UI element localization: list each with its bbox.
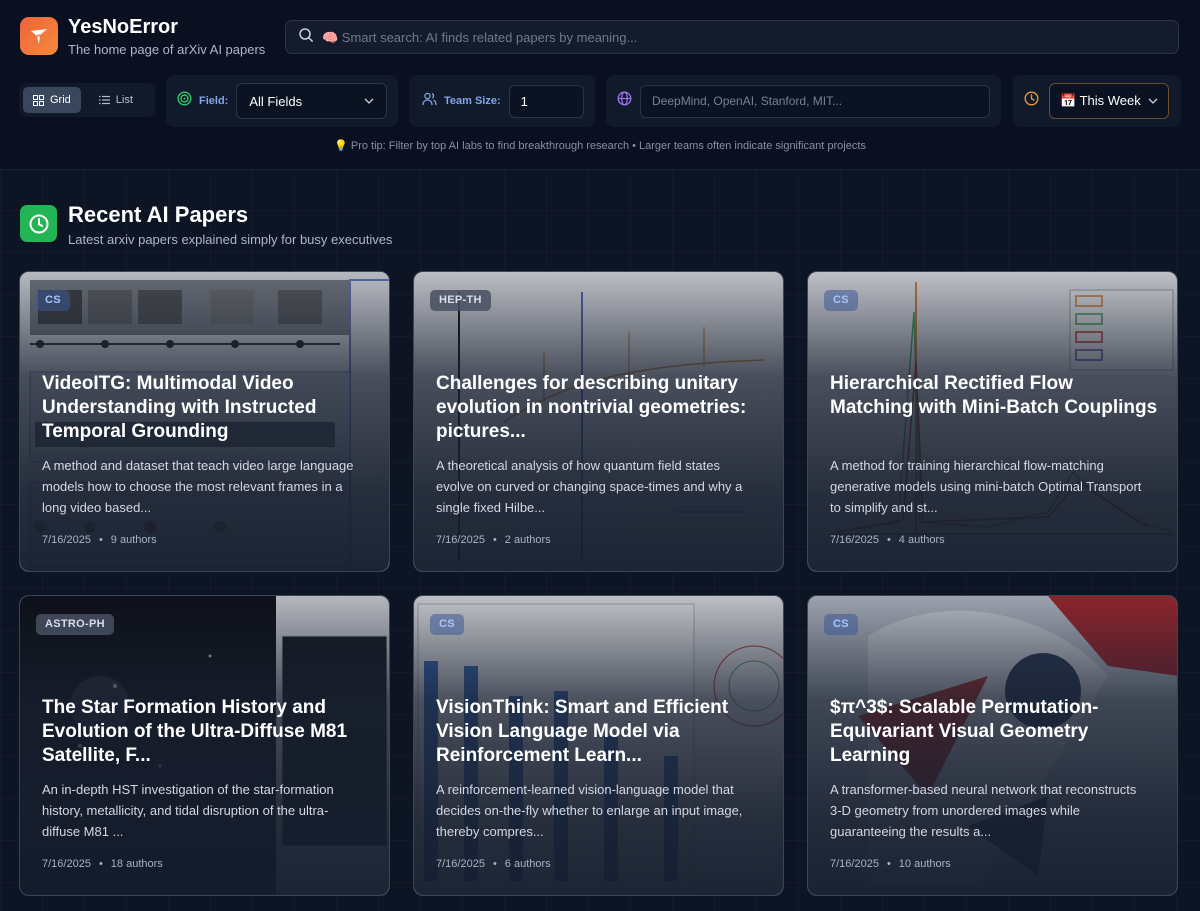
paper-meta: 7/16/2025 • 2 authors [436,534,551,546]
paper-date: 7/16/2025 [436,534,485,546]
view-toggle: Grid List [19,83,155,117]
grid-view-button[interactable]: Grid [23,87,81,113]
paper-description: A method and dataset that teach video la… [42,458,354,515]
category-tag: CS [36,290,70,311]
time-filter: 📅 This Week [1013,75,1181,127]
grid-icon [33,94,44,106]
pro-tip: 💡 Pro tip: Filter by top AI labs to find… [334,140,866,152]
brand-title: YesNoError [68,16,179,38]
paper-title: VisionThink: Smart and Efficient Vision … [436,697,729,766]
category-tag: CS [824,290,858,311]
organization-input[interactable] [640,84,990,118]
paper-card[interactable]: CS VisionThink: Smart and Efficient Visi… [413,595,784,896]
team-size-filter: Team Size: [409,75,595,127]
field-label: Field: [199,95,229,107]
paper-date: 7/16/2025 [42,858,91,870]
search-bar[interactable] [285,20,1179,54]
brand-subtitle: The home page of arXiv AI papers [68,42,266,57]
users-icon [422,92,437,111]
paper-title: $π^3$: Scalable Permutation-Equivariant … [830,697,1099,766]
paper-title: The Star Formation History and Evolution… [42,697,348,766]
list-view-button[interactable]: List [89,87,143,113]
logo-icon [20,17,58,55]
section-title: Recent AI Papers [68,202,249,227]
clock-icon [20,205,57,242]
field-value: All Fields [249,93,303,109]
paper-card[interactable]: CS Hierarchical Rectified Flow Matching … [807,271,1178,572]
field-select[interactable]: All Fields [236,83,388,119]
category-tag: CS [824,614,858,635]
paper-date: 7/16/2025 [830,534,879,546]
paper-authors: 9 authors [110,534,157,546]
paper-meta: 7/16/2025 • 10 authors [830,858,951,870]
category-tag: ASTRO-PH [36,614,114,635]
paper-title: Hierarchical Rectified Flow Matching wit… [830,373,1158,418]
time-value: 📅 This Week [1060,93,1141,108]
search-icon [298,27,314,48]
paper-title: VideoITG: Multimodal Video Understanding… [42,373,317,442]
paper-date: 7/16/2025 [42,534,91,546]
paper-card[interactable]: ASTRO-PH The Star Formation History and … [19,595,390,896]
chevron-down-icon [364,98,374,104]
paper-authors: 18 authors [110,858,163,870]
chevron-down-icon [1148,98,1158,104]
brand[interactable]: YesNoError The home page of arXiv AI pap… [20,16,266,57]
section-subtitle: Latest arxiv papers explained simply for… [68,232,393,247]
paper-date: 7/16/2025 [436,858,485,870]
card-overlay [808,272,1177,571]
paper-description: An in-depth HST investigation of the sta… [42,782,334,839]
team-size-label: Team Size: [444,95,501,107]
paper-card[interactable]: HEP-TH Challenges for describing unitary… [413,271,784,572]
paper-authors: 10 authors [898,858,951,870]
paper-meta: 7/16/2025 • 6 authors [436,858,551,870]
organization-filter [606,75,1001,127]
paper-card[interactable]: CS $π^3$: Scalable Permutation-Equivaria… [807,595,1178,896]
paper-description: A reinforcement-learned vision-language … [436,782,743,839]
search-input[interactable] [322,29,1142,45]
paper-title: Challenges for describing unitary evolut… [436,373,747,442]
paper-description: A method for training hierarchical flow-… [830,458,1142,515]
globe-icon [617,91,632,111]
top-bar: YesNoError The home page of arXiv AI pap… [0,0,1200,170]
paper-description: A transformer-based neural network that … [830,782,1137,839]
paper-authors: 2 authors [504,534,551,546]
target-icon [177,91,192,111]
clock-icon [1024,91,1039,111]
field-filter: Field: All Fields [166,75,398,127]
paper-authors: 6 authors [504,858,551,870]
time-select[interactable]: 📅 This Week [1049,83,1169,119]
paper-description: A theoretical analysis of how quantum fi… [436,458,743,515]
paper-authors: 4 authors [898,534,945,546]
category-tag: CS [430,614,464,635]
list-icon [98,95,110,105]
paper-meta: 7/16/2025 • 9 authors [42,534,157,546]
list-view-label: List [115,94,133,106]
paper-card[interactable]: CS VideoITG: Multimodal Video Understand… [19,271,390,572]
paper-meta: 7/16/2025 • 4 authors [830,534,945,546]
paper-date: 7/16/2025 [830,858,879,870]
team-size-input[interactable] [508,84,584,118]
paper-meta: 7/16/2025 • 18 authors [42,858,163,870]
category-tag: HEP-TH [430,290,491,311]
grid-view-label: Grid [50,94,71,106]
